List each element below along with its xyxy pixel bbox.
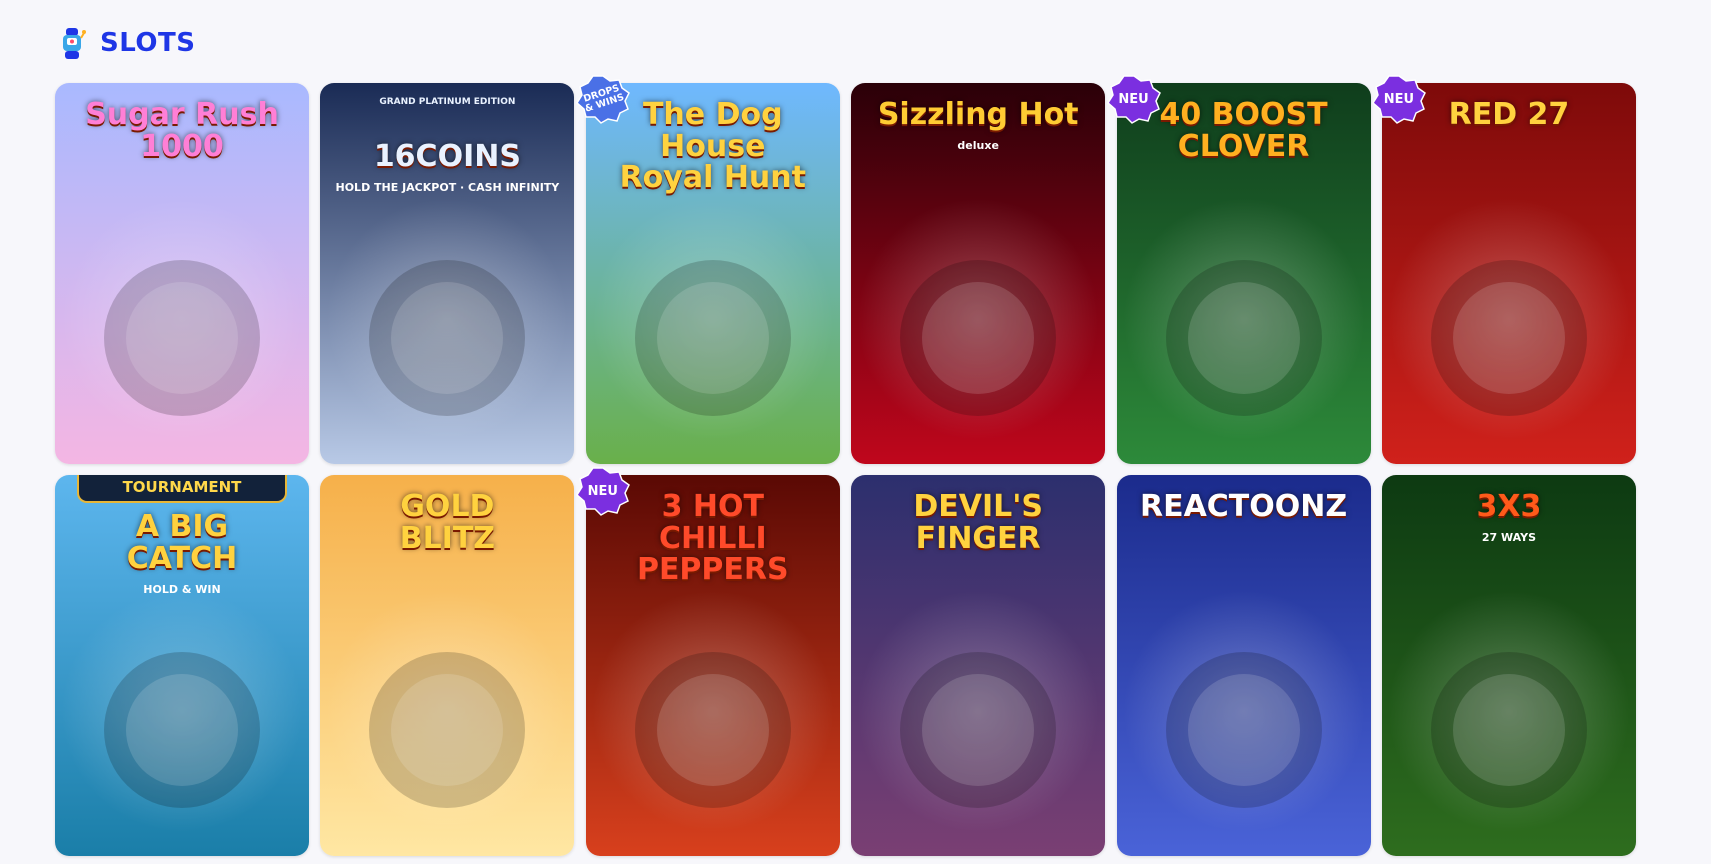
game-tile[interactable]: GOLD BLITZ <box>320 475 575 856</box>
game-grid: Sugar Rush 1000 GRAND PLATINUM EDITION 16C… <box>55 75 1636 856</box>
game-tile[interactable]: REACTOONZ <box>1116 475 1371 856</box>
game-subtitle: deluxe <box>957 139 999 152</box>
slot-machine-icon <box>60 24 86 62</box>
game-title: 16COINS <box>373 139 521 174</box>
game-tile[interactable]: The Dog House Royal Hunt DROPS & WINS <box>575 75 840 464</box>
tournament-label: TOURNAMENT <box>77 475 287 503</box>
game-title: REACTOONZ <box>1139 489 1348 524</box>
drops-wins-badge: DROPS & WINS <box>575 74 630 124</box>
game-tile[interactable]: GRAND PLATINUM EDITION 16COINS HOLD THE JA… <box>320 83 575 464</box>
game-subtitle: HOLD THE JACKPOT · CASH INFINITY <box>335 181 560 194</box>
game-title: 3X3 <box>1476 489 1542 524</box>
section-header: SLOTS <box>60 22 195 64</box>
new-badge-label: NEU <box>587 483 618 499</box>
new-badge: NEU <box>1371 74 1426 124</box>
new-badge: NEU <box>575 466 630 516</box>
section-title[interactable]: SLOTS <box>100 28 195 58</box>
new-badge-label: NEU <box>1383 91 1415 107</box>
game-tile[interactable]: RED 27 NEU <box>1371 75 1636 464</box>
game-emblem-icon <box>1165 652 1322 808</box>
game-edition-label: GRAND PLATINUM EDITION <box>379 97 516 107</box>
new-badge-label: NEU <box>1118 91 1149 107</box>
game-emblem-icon <box>1430 260 1587 416</box>
game-tile[interactable]: 40 BOOST CLOVER NEU <box>1106 75 1371 464</box>
game-title: Sugar Rush 1000 <box>85 97 279 164</box>
game-tile[interactable]: TOURNAMENT A BIG CATCH HOLD & WIN <box>55 475 309 856</box>
game-tile[interactable]: Sugar Rush 1000 <box>55 83 309 464</box>
game-title: DEVIL'S FINGER <box>913 489 1044 556</box>
game-subtitle: HOLD & WIN <box>143 583 221 596</box>
game-subtitle: 27 WAYS <box>1481 531 1537 544</box>
new-badge: NEU <box>1106 74 1161 124</box>
game-title: GOLD BLITZ <box>399 489 496 556</box>
game-tile[interactable]: Sizzling Hot deluxe <box>851 83 1106 464</box>
game-title: A BIG CATCH <box>126 509 238 576</box>
game-tile[interactable]: 3 HOT CHILLI PEPPERS NEU <box>575 467 840 856</box>
game-title: Sizzling Hot <box>877 97 1079 132</box>
game-tile[interactable]: 3X3 27 WAYS <box>1381 475 1636 856</box>
game-tile[interactable]: DEVIL'S FINGER <box>851 475 1106 856</box>
